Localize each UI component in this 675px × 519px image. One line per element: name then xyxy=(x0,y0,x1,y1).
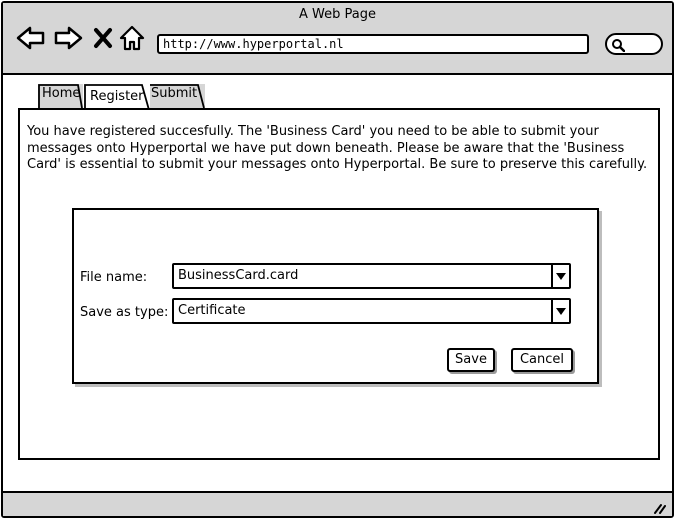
forward-arrow-icon[interactable] xyxy=(53,25,83,55)
back-arrow-icon[interactable] xyxy=(16,25,46,55)
save-type-value: Certificate xyxy=(178,303,246,318)
cancel-button[interactable]: Cancel xyxy=(511,348,573,372)
tab-register[interactable]: Register xyxy=(84,84,150,110)
browser-chrome: A Web Page http://www.hyperportal.nl xyxy=(3,3,672,75)
search-input[interactable] xyxy=(605,33,663,55)
save-type-label: Save as type: xyxy=(80,305,169,320)
chevron-down-icon xyxy=(556,273,566,280)
file-name-dropdown-button[interactable] xyxy=(551,265,569,287)
save-type-dropdown-button[interactable] xyxy=(551,300,569,322)
search-icon xyxy=(612,39,625,52)
file-name-label: File name: xyxy=(80,270,148,285)
file-name-combobox[interactable]: BusinessCard.card xyxy=(172,263,571,289)
save-button[interactable]: Save xyxy=(447,348,495,372)
window-title: A Web Page xyxy=(299,7,376,22)
registration-message: You have registered succesfully. The 'Bu… xyxy=(27,124,648,172)
resize-grip-icon[interactable] xyxy=(652,499,666,518)
save-dialog: File name: BusinessCard.card Save as typ… xyxy=(72,208,599,384)
page-content: You have registered succesfully. The 'Bu… xyxy=(18,108,660,460)
home-icon[interactable] xyxy=(119,24,145,56)
tab-submit-label: Submit xyxy=(151,86,198,101)
tab-submit[interactable]: Submit xyxy=(147,84,205,108)
tab-home-label: Home xyxy=(42,86,81,101)
file-name-value: BusinessCard.card xyxy=(178,268,299,283)
tab-home[interactable]: Home xyxy=(38,84,83,108)
status-bar xyxy=(3,491,672,516)
close-icon[interactable] xyxy=(93,27,113,53)
browser-window: A Web Page http://www.hyperportal.nl Hom… xyxy=(1,1,674,518)
chevron-down-icon xyxy=(556,308,566,315)
save-type-combobox[interactable]: Certificate xyxy=(172,298,571,324)
url-input[interactable]: http://www.hyperportal.nl xyxy=(157,34,589,54)
tab-register-label: Register xyxy=(90,89,144,104)
